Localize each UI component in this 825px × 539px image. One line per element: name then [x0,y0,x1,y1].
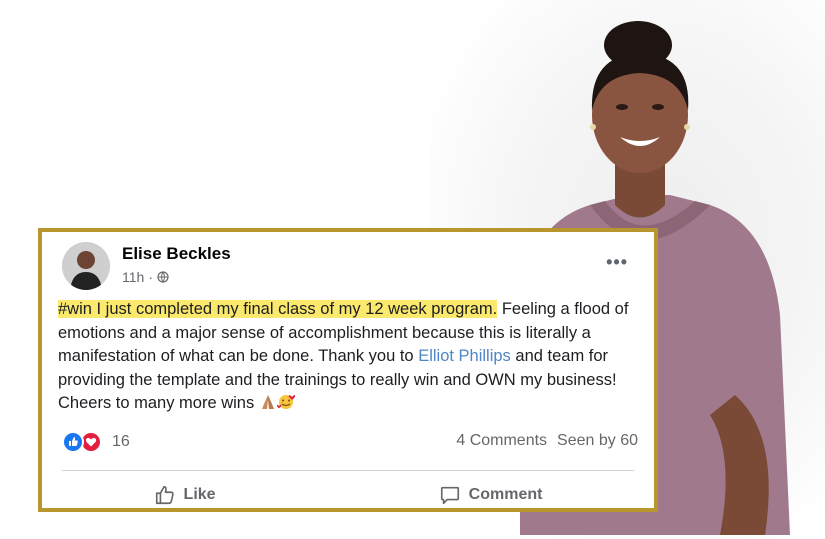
comment-button[interactable]: Comment [439,484,543,506]
reactions-count: 16 [112,433,130,450]
post-time[interactable]: 11h [122,269,144,285]
thumbs-up-icon [155,485,174,505]
post-meta: 11h · [122,269,169,285]
comment-bubble-icon [440,486,459,505]
smiling-face-hearts-emoji [276,395,295,409]
like-label: Like [183,486,216,503]
highlighted-text: #win I just completed my final class of … [58,300,498,318]
mention-link[interactable]: Elliot Phillips [418,347,511,365]
like-reaction-icon [62,431,84,453]
post-actions-bar: Like Comment [42,482,654,508]
seen-by-count[interactable]: Seen by 60 [557,432,638,450]
comment-label: Comment [468,486,543,503]
reactions-summary[interactable]: 16 [62,431,130,453]
author-avatar[interactable] [62,242,110,290]
comments-count[interactable]: 4 Comments [456,432,547,450]
like-button[interactable]: Like [154,484,216,506]
post-stats: 4 Comments Seen by 60 [456,432,638,450]
post-text: #win I just completed my final class of … [58,298,643,416]
praying-hands-emoji [261,395,274,409]
author-name[interactable]: Elise Beckles [122,244,231,264]
avatar-photo [62,242,110,290]
meta-separator: · [148,269,153,285]
facebook-post-card: Elise Beckles 11h · ••• #win I just comp… [38,228,658,512]
actions-divider [62,470,634,471]
globe-icon [157,271,169,283]
more-options-icon[interactable]: ••• [606,252,628,273]
